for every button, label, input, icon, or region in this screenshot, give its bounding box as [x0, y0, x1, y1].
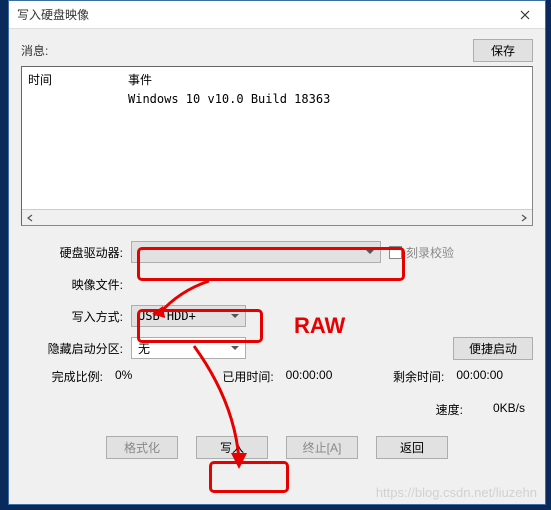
- remain-value: 00:00:00: [452, 368, 503, 385]
- drive-label: 硬盘驱动器:: [21, 244, 131, 261]
- speed-label: 速度:: [436, 401, 463, 418]
- method-value: USB-HDD+: [138, 309, 196, 323]
- done-label: 完成比例:: [21, 368, 111, 385]
- dialog-body: 消息: 保存 时间 事件 Windows 10 v10.0 Build 1836…: [9, 29, 545, 467]
- scroll-right-icon[interactable]: [516, 210, 532, 226]
- log-event: Windows 10 v10.0 Build 18363: [128, 92, 330, 106]
- elapsed-value: 00:00:00: [282, 368, 333, 385]
- log-row: Windows 10 v10.0 Build 18363: [28, 92, 526, 106]
- drive-select[interactable]: [131, 241, 381, 263]
- method-select[interactable]: USB-HDD+: [131, 305, 246, 327]
- image-label: 映像文件:: [21, 276, 131, 293]
- speed-value: 0KB/s: [493, 401, 525, 418]
- abort-button[interactable]: 终止[A]: [286, 436, 358, 459]
- verify-checkbox[interactable]: [389, 246, 402, 259]
- horizontal-scrollbar[interactable]: [22, 209, 532, 225]
- close-button[interactable]: [505, 1, 545, 29]
- format-button[interactable]: 格式化: [106, 436, 178, 459]
- window-title: 写入硬盘映像: [17, 6, 89, 23]
- scroll-left-icon[interactable]: [22, 210, 38, 226]
- method-label: 写入方式:: [21, 308, 131, 325]
- col-event: 事件: [128, 71, 152, 88]
- elapsed-label: 已用时间:: [192, 368, 282, 385]
- hidden-value: 无: [138, 340, 150, 357]
- save-button[interactable]: 保存: [473, 39, 533, 62]
- done-value: 0%: [111, 368, 132, 385]
- col-time: 时间: [28, 71, 128, 88]
- log-time: [28, 92, 128, 106]
- dialog-window: 写入硬盘映像 消息: 保存 时间 事件 Windows 10 v10.0 Bui…: [8, 0, 546, 505]
- verify-label: 刻录校验: [406, 244, 454, 261]
- log-list[interactable]: 时间 事件 Windows 10 v10.0 Build 18363: [21, 66, 533, 226]
- back-button[interactable]: 返回: [376, 436, 448, 459]
- titlebar: 写入硬盘映像: [9, 1, 545, 29]
- info-label: 消息:: [21, 42, 473, 59]
- write-button[interactable]: 写入: [196, 436, 268, 459]
- easy-boot-button[interactable]: 便捷启动: [453, 337, 533, 360]
- watermark: https://blog.csdn.net/liuzehn: [376, 485, 537, 500]
- close-icon: [520, 10, 530, 20]
- hidden-select[interactable]: 无: [131, 337, 246, 359]
- hidden-label: 隐藏启动分区:: [21, 340, 131, 357]
- remain-label: 剩余时间:: [362, 368, 452, 385]
